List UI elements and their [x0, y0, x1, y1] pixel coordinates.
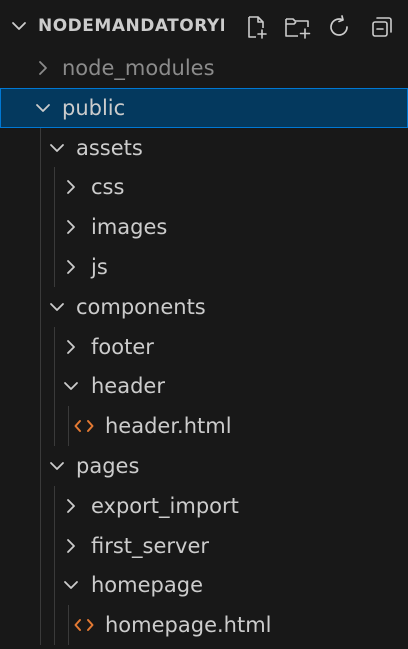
explorer-panel: NODEMANDATORYI node_modules public asset…	[0, 0, 408, 649]
tree-item-label: header.html	[105, 414, 232, 439]
chevron-down-icon[interactable]	[48, 457, 66, 475]
explorer-header[interactable]: NODEMANDATORYI	[0, 6, 408, 46]
workspace-title[interactable]: NODEMANDATORYI	[38, 15, 224, 37]
tree-folder-pages[interactable]: pages	[0, 446, 408, 486]
tree-item-label: js	[91, 255, 108, 279]
tree-item-label: footer	[91, 334, 154, 359]
tree-folder-images[interactable]: images	[0, 207, 408, 247]
chevron-right-icon[interactable]	[62, 497, 80, 515]
tree-folder-public[interactable]: public	[0, 87, 408, 128]
tree-item-label: images	[91, 215, 168, 240]
collapse-all-icon[interactable]	[368, 13, 396, 41]
tree-item-label: export_import	[91, 493, 239, 518]
html-file-icon	[74, 418, 94, 434]
chevron-right-icon[interactable]	[62, 258, 80, 276]
tree-folder-homepage[interactable]: homepage	[0, 565, 408, 605]
chevron-down-icon[interactable]	[62, 576, 80, 594]
tree-item-label: css	[91, 175, 125, 200]
tree-folder-first-server[interactable]: first_server	[0, 526, 408, 566]
chevron-down-icon[interactable]	[34, 99, 52, 117]
tree-file-header-html[interactable]: header.html	[0, 406, 408, 446]
tree-item-label: node_modules	[62, 56, 215, 80]
tree-folder-css[interactable]: css	[0, 167, 408, 207]
tree-file-homepage-html[interactable]: homepage.html	[0, 605, 408, 645]
chevron-down-icon[interactable]	[48, 298, 66, 316]
chevron-right-icon[interactable]	[62, 537, 80, 555]
chevron-down-icon[interactable]	[48, 139, 66, 157]
indent-guide	[68, 605, 69, 645]
tree-item-label: assets	[76, 135, 143, 160]
tree-item-label: public	[62, 95, 126, 120]
indent-guide	[54, 326, 55, 446]
tree-folder-footer[interactable]: footer	[0, 327, 408, 367]
tree-folder-assets[interactable]: assets	[0, 128, 408, 168]
tree-folder-header[interactable]: header	[0, 366, 408, 406]
chevron-right-icon[interactable]	[62, 218, 80, 236]
explorer-actions	[242, 12, 396, 42]
indent-guide	[54, 167, 55, 287]
chevron-down-icon[interactable]	[10, 17, 28, 35]
chevron-right-icon[interactable]	[34, 59, 52, 77]
chevron-right-icon[interactable]	[62, 178, 80, 196]
tree-item-label: pages	[76, 454, 140, 478]
tree-item-label: homepage.html	[105, 613, 272, 638]
tree-folder-components[interactable]: components	[0, 287, 408, 327]
tree-folder-js[interactable]: js	[0, 247, 408, 287]
indent-guide	[68, 406, 69, 446]
tree-folder-node-modules[interactable]: node_modules	[0, 48, 408, 88]
tree-item-label: first_server	[91, 533, 210, 558]
chevron-down-icon[interactable]	[62, 377, 80, 395]
indent-guide	[54, 485, 55, 645]
new-folder-icon[interactable]	[284, 13, 312, 41]
chevron-right-icon[interactable]	[62, 338, 80, 356]
refresh-icon[interactable]	[326, 13, 354, 41]
tree-item-label: header	[91, 374, 165, 399]
html-file-icon	[74, 617, 94, 633]
tree-item-label: homepage	[91, 573, 203, 598]
new-file-icon[interactable]	[242, 13, 270, 41]
indent-guide	[40, 127, 41, 645]
tree-item-label: components	[76, 294, 206, 319]
tree-folder-export-import[interactable]: export_import	[0, 486, 408, 526]
